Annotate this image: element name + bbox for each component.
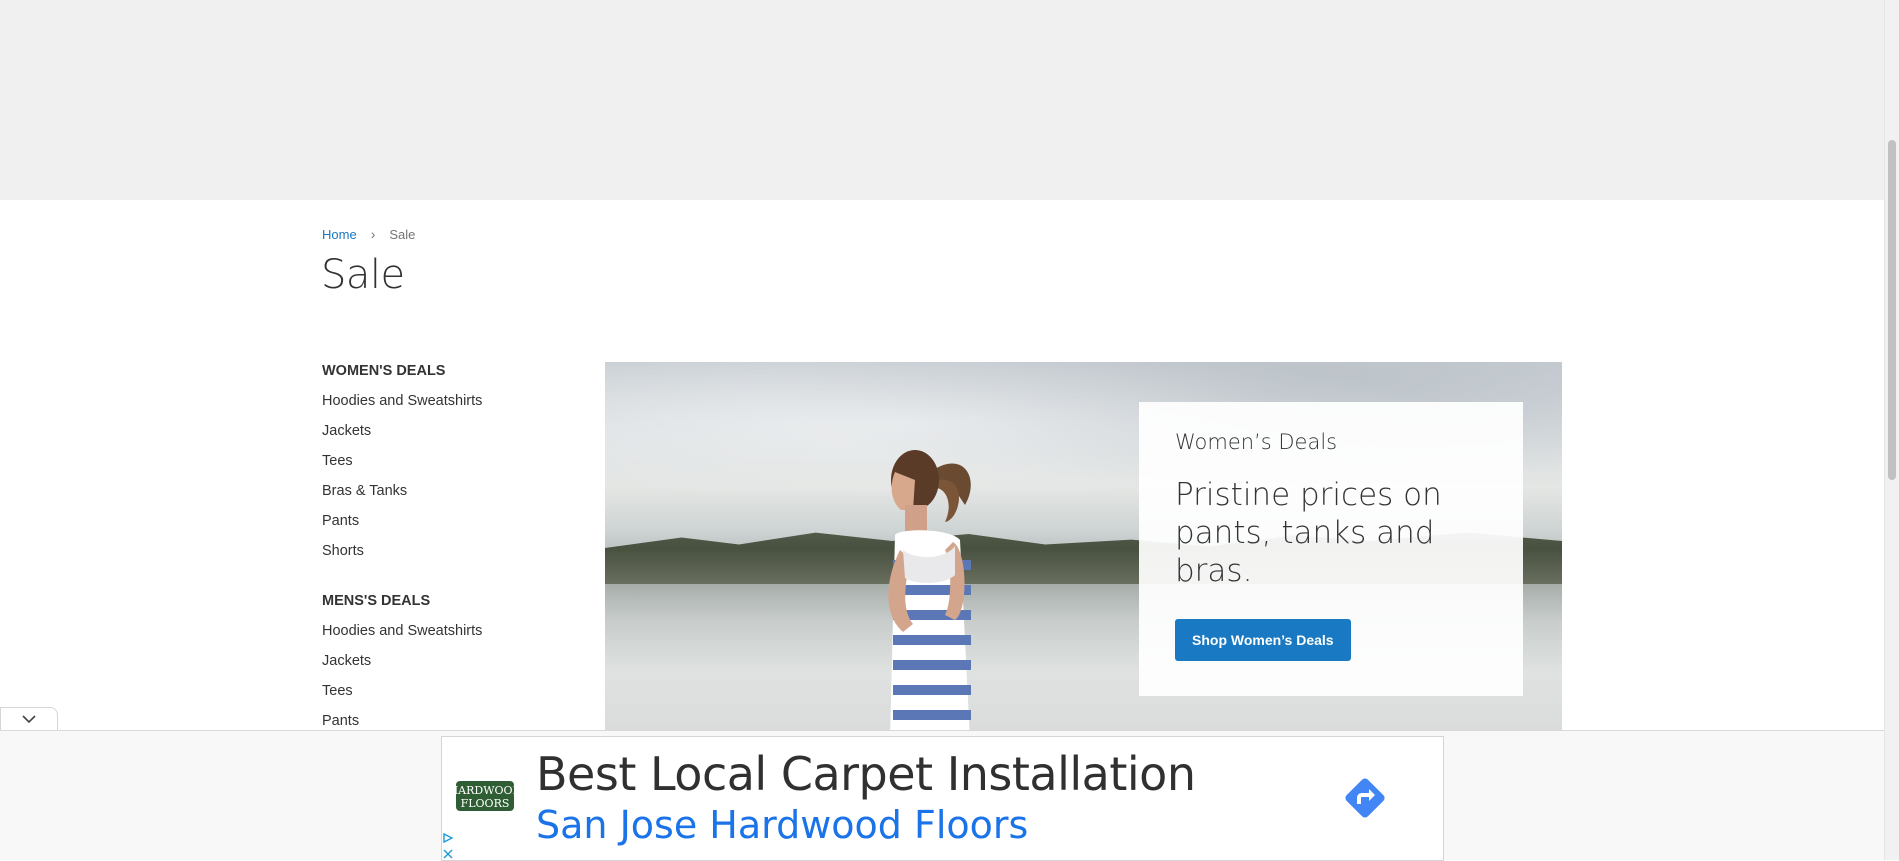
adchoices-icon[interactable]	[443, 833, 453, 843]
womens-deals-list: Hoodies and Sweatshirts Jackets Tees Bra…	[322, 386, 582, 566]
page-title: Sale	[321, 252, 405, 298]
bottom-ad-bar: HARDWOOD FLOORS Best Local Carpet Instal…	[0, 730, 1884, 861]
breadcrumb-separator: ›	[370, 226, 376, 242]
ad-title[interactable]: Best Local Carpet Installation	[536, 747, 1196, 801]
sidebar-link-womens-pants[interactable]: Pants	[322, 506, 582, 536]
close-icon[interactable]	[443, 849, 453, 859]
sale-sidebar: WOMEN'S DEALS Hoodies and Sweatshirts Ja…	[322, 362, 582, 736]
sidebar-link-mens-jackets[interactable]: Jackets	[322, 646, 582, 676]
mens-deals-list: Hoodies and Sweatshirts Jackets Tees Pan…	[322, 616, 582, 736]
sidebar-link-womens-jackets[interactable]: Jackets	[322, 416, 582, 446]
breadcrumb-current: Sale	[389, 226, 416, 242]
runner-image	[888, 450, 971, 732]
shop-womens-deals-button[interactable]: Shop Women’s Deals	[1175, 619, 1351, 661]
sidebar-link-womens-hoodies[interactable]: Hoodies and Sweatshirts	[322, 386, 582, 416]
sidebar-link-mens-hoodies[interactable]: Hoodies and Sweatshirts	[322, 616, 582, 646]
sidebar-link-womens-bras-tanks[interactable]: Bras & Tanks	[322, 476, 582, 506]
directions-arrow-icon[interactable]	[1340, 773, 1390, 823]
hero-promo-card: Women’s Deals Pristine prices on pants, …	[1139, 402, 1523, 696]
logo-line2: FLOORS	[461, 797, 510, 810]
hardwood-floors-logo-icon: HARDWOOD FLOORS	[454, 765, 516, 827]
header-placeholder	[0, 0, 1884, 200]
mens-deals-heading: MENS'S DEALS	[322, 593, 431, 609]
hero-eyebrow: Women’s Deals	[1175, 430, 1338, 454]
womens-deals-heading: WOMEN'S DEALS	[322, 363, 446, 379]
sidebar-link-mens-tees[interactable]: Tees	[322, 676, 582, 706]
scrollbar-thumb[interactable]	[1888, 140, 1896, 480]
logo-line1: HARDWOOD	[454, 784, 516, 797]
sidebar-link-womens-tees[interactable]: Tees	[322, 446, 582, 476]
sidebar-link-womens-shorts[interactable]: Shorts	[322, 536, 582, 566]
breadcrumb-home-link[interactable]: Home	[322, 227, 357, 242]
ad-banner[interactable]: HARDWOOD FLOORS Best Local Carpet Instal…	[441, 736, 1444, 861]
page-scrollbar[interactable]	[1884, 0, 1899, 860]
chevron-down-icon	[22, 715, 36, 724]
ad-collapse-toggle[interactable]	[0, 707, 58, 731]
womens-deals-hero-banner[interactable]: Women’s Deals Pristine prices on pants, …	[605, 362, 1562, 732]
hero-headline: Pristine prices on pants, tanks and bras…	[1175, 477, 1442, 589]
ad-subtitle[interactable]: San Jose Hardwood Floors	[536, 803, 1028, 847]
breadcrumb: Home › Sale	[322, 226, 415, 242]
